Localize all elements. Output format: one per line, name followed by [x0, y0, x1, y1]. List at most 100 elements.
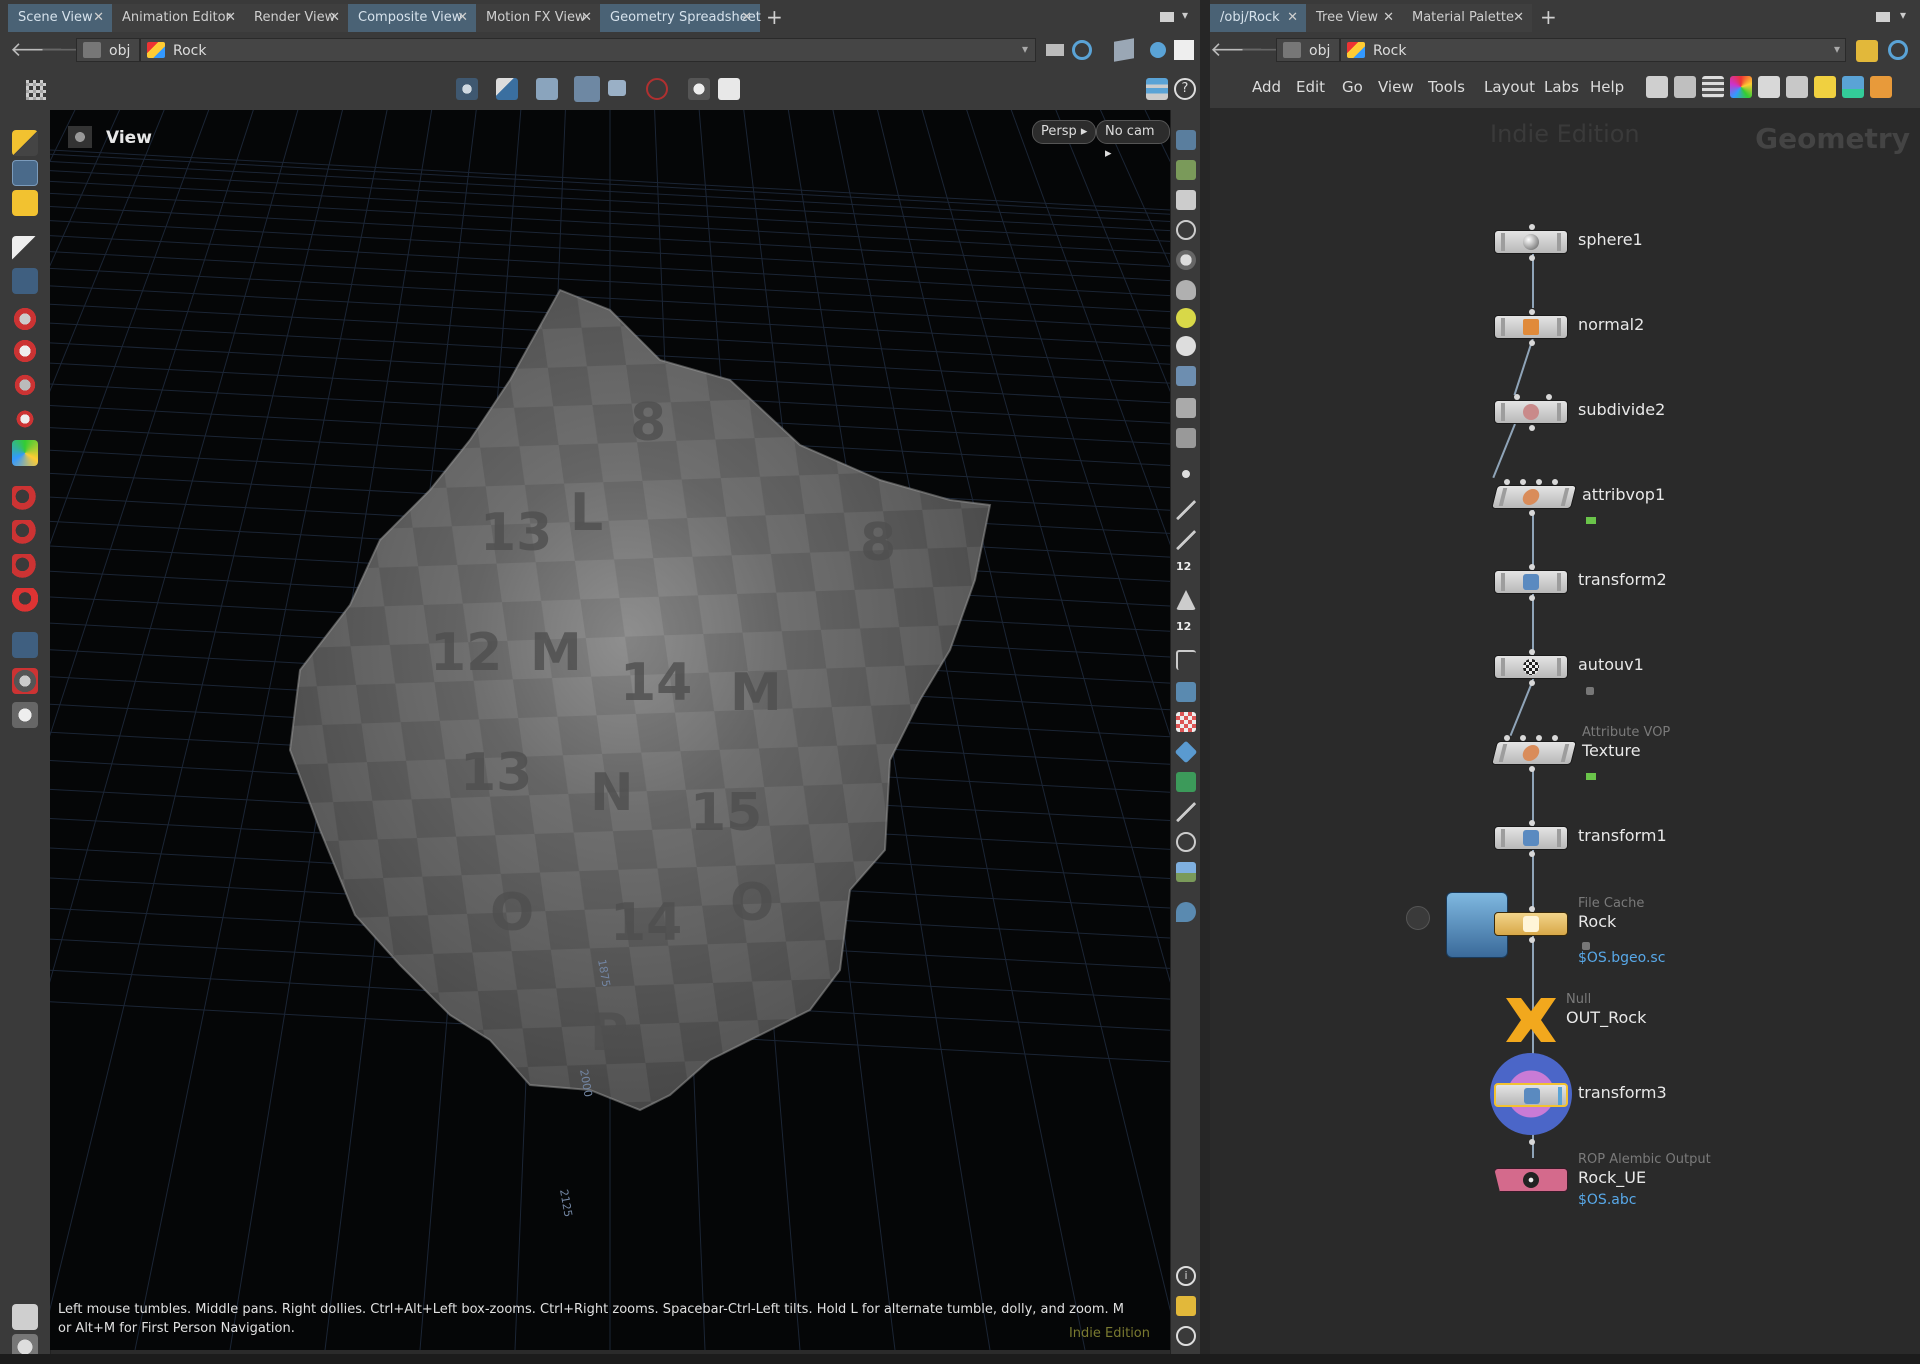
- list-icon[interactable]: [1702, 76, 1724, 98]
- viewport-canvas[interactable]: 13 L12 M 14 M 13 N 15 O 14 O P88 1875 2000 2125: [50, 110, 1170, 1350]
- node-name[interactable]: transform2: [1578, 570, 1667, 589]
- wireframe-icon[interactable]: [1176, 160, 1196, 180]
- wrench-icon[interactable]: [1646, 76, 1668, 98]
- menu-tools[interactable]: Tools: [1428, 78, 1465, 96]
- tree-icon[interactable]: [1674, 76, 1696, 98]
- ghost-icon[interactable]: [1176, 220, 1196, 240]
- solid-square-icon[interactable]: [1174, 40, 1194, 60]
- background-image-icon[interactable]: [1842, 76, 1864, 98]
- node-name[interactable]: transform3: [1578, 1083, 1667, 1102]
- tool-move-icon[interactable]: [12, 160, 38, 186]
- headlight-icon[interactable]: [1176, 280, 1196, 300]
- layout-icon[interactable]: [1786, 76, 1808, 98]
- output-connector[interactable]: [1529, 510, 1535, 516]
- camera-frustum-icon[interactable]: [1176, 428, 1196, 448]
- chevron-down-icon[interactable]: ▾: [1022, 42, 1028, 56]
- shading-icon[interactable]: [1176, 250, 1196, 270]
- menu-help[interactable]: Help: [1590, 78, 1624, 96]
- axis-icon[interactable]: [1176, 802, 1196, 822]
- close-icon[interactable]: ✕: [1513, 4, 1524, 32]
- edge-icon[interactable]: [1176, 650, 1196, 670]
- node-name[interactable]: Texture: [1582, 741, 1641, 760]
- magnet-icon[interactable]: [12, 588, 38, 614]
- node-name[interactable]: attribvop1: [1582, 485, 1665, 504]
- node-name[interactable]: Rock: [1578, 912, 1616, 931]
- output-connector[interactable]: [1529, 680, 1535, 686]
- color-palette-icon[interactable]: [1730, 76, 1752, 98]
- tab-render-view[interactable]: Render View ✕: [244, 4, 348, 32]
- tab-composite-view[interactable]: Composite View ✕: [348, 4, 476, 32]
- skeleton-icon[interactable]: [1176, 336, 1196, 356]
- close-icon[interactable]: ✕: [1383, 4, 1394, 32]
- node-body[interactable]: [1494, 400, 1568, 424]
- close-icon[interactable]: ✕: [93, 4, 104, 32]
- node-body[interactable]: [1491, 485, 1577, 509]
- prim-number-icon[interactable]: 12: [1176, 620, 1196, 640]
- node-name[interactable]: transform1: [1578, 826, 1667, 845]
- pen-icon[interactable]: [1176, 530, 1196, 550]
- settings-gear-icon[interactable]: [718, 78, 740, 100]
- output-connector[interactable]: [1529, 851, 1535, 857]
- quad-view-icon[interactable]: [1176, 1296, 1196, 1316]
- grid-menu-icon[interactable]: [26, 80, 46, 100]
- prim-icon[interactable]: [1176, 590, 1196, 610]
- background-icon[interactable]: [1176, 832, 1196, 852]
- node-name[interactable]: autouv1: [1578, 655, 1644, 674]
- image-icon[interactable]: [1176, 862, 1196, 882]
- menu-view[interactable]: View: [1378, 78, 1414, 96]
- node-name[interactable]: normal2: [1578, 315, 1644, 334]
- node-body[interactable]: [1494, 570, 1568, 594]
- scene-viewport[interactable]: 13 L 12 M 14 M 13 N 15 O 14 O P88 1875 2000 2125…: [50, 110, 1170, 1350]
- node-body[interactable]: [1491, 741, 1577, 765]
- stop-icon[interactable]: [646, 78, 668, 100]
- tab-obj-rock[interactable]: /obj/Rock ✕: [1210, 4, 1306, 32]
- node-body[interactable]: [1494, 1083, 1568, 1107]
- breadcrumb-obj[interactable]: obj: [1276, 38, 1340, 62]
- pane-menu-icon[interactable]: [1876, 12, 1890, 22]
- pin-icon[interactable]: [1856, 40, 1878, 62]
- view-tool-icon[interactable]: [12, 632, 38, 658]
- node-body[interactable]: [1494, 1168, 1568, 1192]
- tool-handle-icon[interactable]: [12, 130, 38, 156]
- close-icon[interactable]: ✕: [581, 4, 592, 32]
- back-arrow-icon[interactable]: 🡐: [1210, 38, 1264, 62]
- camera-icon[interactable]: [608, 80, 626, 96]
- lock-icon[interactable]: [1176, 190, 1196, 210]
- brush-icon[interactable]: [1176, 500, 1196, 520]
- menu-add[interactable]: Add: [1252, 78, 1281, 96]
- add-tab-icon[interactable]: +: [1540, 4, 1557, 30]
- output-connector[interactable]: [1529, 1139, 1535, 1145]
- output-connector[interactable]: [1529, 766, 1535, 772]
- network-box-icon[interactable]: [1870, 76, 1892, 98]
- close-icon[interactable]: ✕: [1287, 4, 1298, 32]
- select-arrow-icon[interactable]: [496, 78, 518, 100]
- close-icon[interactable]: ✕: [225, 4, 236, 32]
- node-name[interactable]: subdivide2: [1578, 400, 1665, 419]
- camera-tool-icon[interactable]: [12, 702, 38, 728]
- chevron-down-icon[interactable]: ▾: [1900, 8, 1906, 22]
- pose-tool-icon[interactable]: [12, 440, 38, 466]
- eye-icon[interactable]: [1176, 1326, 1196, 1346]
- forward-arrow-icon[interactable]: 🡒: [40, 38, 94, 62]
- sticky-note-icon[interactable]: [1814, 76, 1836, 98]
- green-box-icon[interactable]: [1176, 772, 1196, 792]
- close-icon[interactable]: ✕: [329, 4, 340, 32]
- menu-layout[interactable]: Layout: [1484, 78, 1535, 96]
- output-connector[interactable]: [1529, 595, 1535, 601]
- bulb-icon[interactable]: [1176, 308, 1196, 328]
- node-body[interactable]: [1494, 655, 1568, 679]
- chevron-down-icon[interactable]: ▾: [1834, 42, 1840, 56]
- sphere-tool-icon[interactable]: [12, 338, 38, 364]
- breadcrumb-rock[interactable]: Rock: [1340, 38, 1846, 62]
- output-connector[interactable]: [1529, 255, 1535, 261]
- magnet-transform-icon[interactable]: [12, 486, 38, 512]
- geometry-cube-icon[interactable]: [1114, 38, 1134, 62]
- display-layers-icon[interactable]: [1176, 130, 1196, 150]
- snap-tool-icon[interactable]: [456, 78, 478, 100]
- light-tool-icon[interactable]: [12, 372, 38, 398]
- collapse-icon[interactable]: [1406, 906, 1430, 930]
- vertex-icon[interactable]: [1174, 740, 1198, 764]
- lock-icon[interactable]: [12, 268, 38, 294]
- close-icon[interactable]: ✕: [741, 4, 752, 32]
- output-connector[interactable]: [1529, 340, 1535, 346]
